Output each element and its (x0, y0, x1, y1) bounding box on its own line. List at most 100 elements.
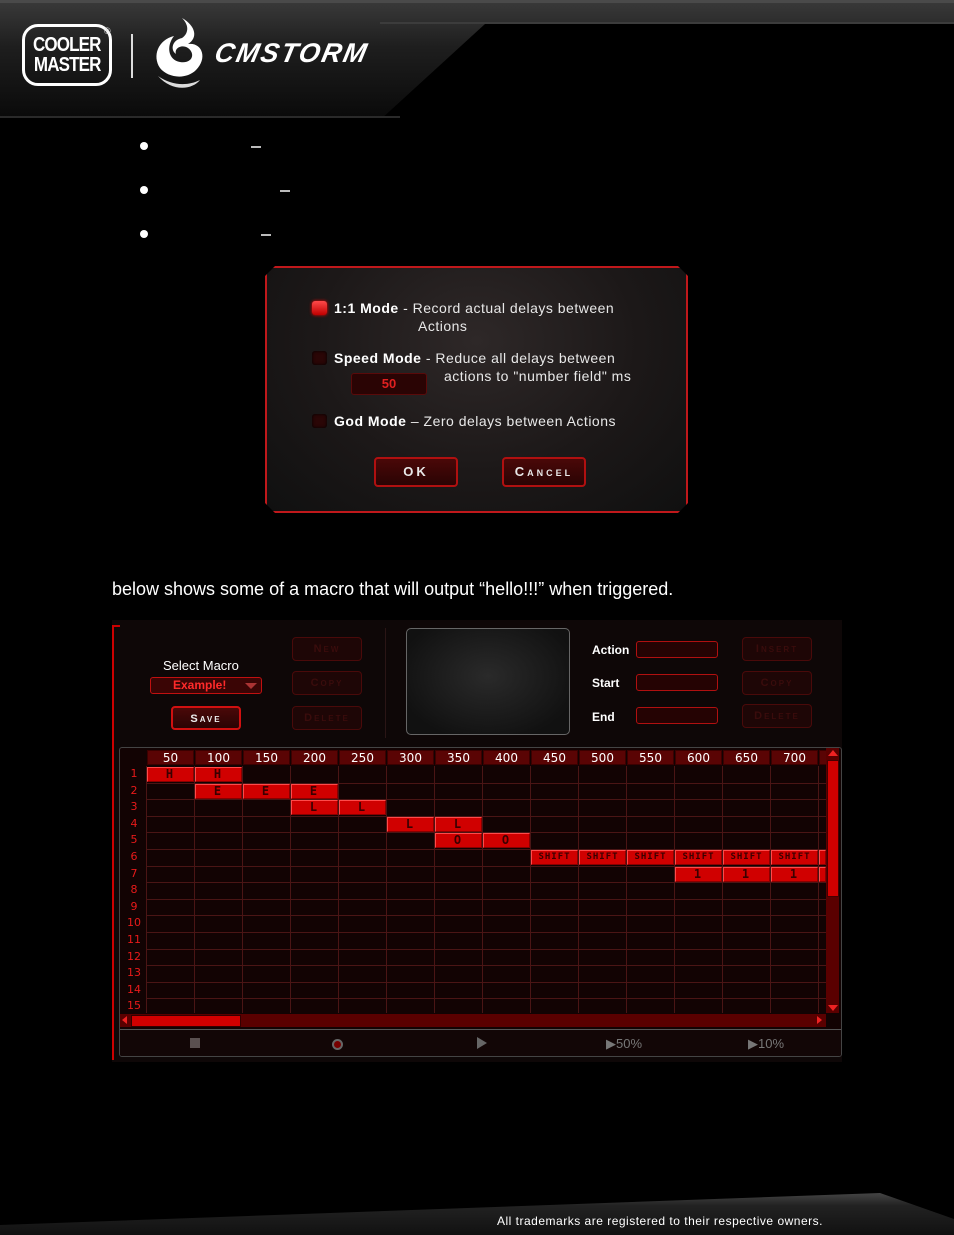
key-event-cell[interactable]: H (195, 767, 242, 782)
row-number: 3 (130, 800, 138, 814)
bullet-2-dash (280, 190, 290, 192)
mode-god-checkbox[interactable] (312, 414, 327, 428)
scroll-up-icon[interactable] (828, 750, 838, 756)
panel-separator (385, 628, 386, 738)
scroll-down-icon[interactable] (828, 1005, 838, 1011)
ok-button[interactable]: OK (374, 457, 458, 487)
key-event-cell[interactable]: E (243, 783, 290, 799)
key-event-cell[interactable]: SHIFT (771, 850, 818, 865)
grid-line (146, 998, 826, 1000)
key-event-cell[interactable]: L (387, 816, 434, 832)
row-number: 14 (127, 982, 141, 996)
start-field[interactable] (636, 674, 718, 691)
key-event-cell[interactable]: SHIFT (627, 850, 674, 865)
action-field[interactable] (636, 641, 718, 658)
macro-select[interactable]: Example! (150, 677, 262, 694)
record-icon[interactable] (332, 1039, 343, 1050)
select-macro-label: Select Macro (163, 658, 239, 673)
delete-macro-button[interactable]: Delete (292, 706, 362, 730)
mode-separator: - (421, 350, 436, 366)
play-icon[interactable] (477, 1037, 487, 1049)
key-event-cell[interactable]: E (291, 783, 338, 799)
logo-line-2: MASTER (33, 54, 102, 76)
row-number: 9 (130, 899, 138, 913)
column-header: 550 (627, 750, 674, 765)
grid-line (482, 766, 483, 1013)
key-event-cell[interactable]: SHIFT (531, 850, 578, 865)
mode-1to1-title: 1:1 Mode (334, 300, 399, 316)
vertical-scroll-thumb[interactable] (827, 760, 839, 897)
mode-speed-title: Speed Mode (334, 350, 422, 366)
mode-speed-checkbox[interactable] (312, 351, 327, 365)
new-macro-button[interactable]: New (292, 637, 362, 661)
grid-line (194, 766, 195, 1013)
copy-macro-button[interactable]: Copy (292, 671, 362, 695)
key-event-cell[interactable]: O (483, 833, 530, 849)
play-icon: ▶ (748, 1036, 758, 1051)
key-event-cell[interactable] (819, 866, 826, 882)
header-bottom-line (0, 116, 400, 118)
grid-line (146, 981, 826, 983)
save-button[interactable]: Save (171, 706, 241, 730)
speed-ms-input[interactable]: 50 (351, 373, 427, 395)
key-event-cell[interactable] (819, 850, 826, 865)
grid-line (722, 766, 723, 1013)
cmstorm-swirl-icon (156, 18, 203, 88)
delete-action-button[interactable]: Delete (742, 704, 812, 728)
scroll-left-icon[interactable] (122, 1016, 127, 1024)
key-event-cell[interactable]: 1 (675, 866, 722, 882)
mode-1to1-checkbox[interactable] (312, 301, 327, 315)
row-number: 5 (130, 833, 138, 847)
header-edge (380, 22, 954, 24)
key-event-cell[interactable]: L (435, 816, 482, 832)
key-event-cell[interactable]: 1 (771, 866, 818, 882)
key-event-cell[interactable]: SHIFT (675, 850, 722, 865)
grid-line (626, 766, 627, 1013)
play-50-button[interactable]: ▶50% (606, 1036, 642, 1052)
key-event-cell[interactable]: SHIFT (723, 850, 770, 865)
key-event-cell[interactable]: L (291, 800, 338, 816)
mode-separator: - (398, 300, 413, 316)
mode-god-desc: Zero delays between Actions (423, 413, 617, 429)
column-header: 100 (195, 750, 242, 765)
key-event-cell[interactable]: H (147, 767, 194, 782)
cmstorm-wordmark: CMSTORM (211, 38, 372, 68)
key-event-cell[interactable]: O (435, 833, 482, 849)
column-header: 650 (723, 750, 770, 765)
key-event-cell[interactable]: E (195, 783, 242, 799)
record-mode-dialog: 1:1 Mode - Record actual delays between … (265, 266, 688, 513)
end-field[interactable] (636, 707, 718, 724)
play-10-button[interactable]: ▶10% (748, 1036, 784, 1052)
stop-icon[interactable] (190, 1038, 200, 1048)
row-number: 13 (127, 966, 141, 980)
play-icon: ▶ (606, 1036, 616, 1051)
macro-timeline-grid: 50 100 150 200 250 300 350 400 450 500 550 600 650 70… (119, 747, 842, 1057)
column-header: 350 (435, 750, 482, 765)
vertical-scrollbar[interactable] (826, 748, 839, 1013)
key-event-cell[interactable]: 1 (723, 866, 770, 882)
scroll-right-icon[interactable] (817, 1016, 822, 1024)
horizontal-scroll-thumb[interactable] (131, 1015, 241, 1027)
grid-line (674, 766, 675, 1013)
row-number: 7 (130, 866, 138, 880)
key-event-cell[interactable]: L (339, 800, 386, 816)
key-event-cell[interactable]: SHIFT (579, 850, 626, 865)
grid-line (146, 948, 826, 950)
horizontal-scrollbar[interactable] (120, 1014, 826, 1027)
row-number: 12 (127, 949, 141, 963)
column-header: 400 (483, 750, 530, 765)
row-number: 2 (130, 783, 138, 797)
insert-button[interactable]: Insert (742, 637, 812, 661)
row-number: 10 (127, 916, 141, 930)
header-top-line (0, 0, 954, 3)
footer-trademark-text: All trademarks are registered to their r… (497, 1214, 823, 1228)
column-header: 50 (147, 750, 194, 765)
bullet-1-dash (251, 146, 261, 148)
cancel-button[interactable]: Cancel (502, 457, 586, 487)
column-header: 200 (291, 750, 338, 765)
logo-line-1: COOLER (33, 34, 101, 56)
grid-line (146, 932, 826, 933)
copy-action-button[interactable]: Copy (742, 671, 812, 695)
bullet-3-dash (261, 234, 271, 236)
panel-edge (112, 625, 120, 627)
